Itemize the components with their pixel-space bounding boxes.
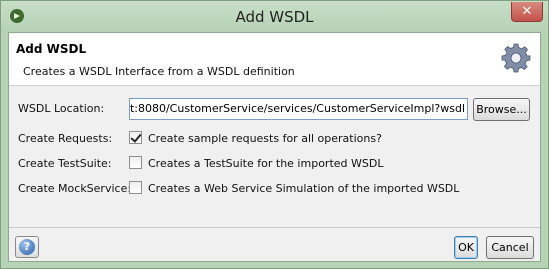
create-mockservice-label: Create MockService:	[18, 182, 132, 195]
create-testsuite-checkbox[interactable]	[129, 156, 142, 169]
create-mockservice-checkbox[interactable]	[129, 181, 142, 194]
close-button[interactable]: ✕	[511, 2, 543, 22]
create-requests-text: Create sample requests for all operation…	[148, 132, 382, 145]
wsdl-location-value: ost:8080/CustomerService/services/Custom…	[129, 102, 465, 115]
wsdl-location-input[interactable]: ost:8080/CustomerService/services/Custom…	[129, 98, 468, 120]
cancel-button[interactable]: Cancel	[486, 236, 534, 259]
header-title: Add WSDL	[16, 42, 87, 56]
footer-separator	[9, 227, 540, 228]
add-wsdl-dialog: Add WSDL ✕ Add WSDL Creates a WSDL Inter…	[0, 0, 549, 269]
create-mockservice-text: Creates a Web Service Simulation of the …	[148, 182, 460, 195]
help-button[interactable]: ?	[15, 236, 39, 258]
create-testsuite-label: Create TestSuite:	[18, 157, 112, 170]
dialog-header: Add WSDL Creates a WSDL Interface from a…	[9, 33, 540, 86]
window-title: Add WSDL	[235, 8, 314, 26]
title-bar[interactable]: Add WSDL ✕	[1, 1, 548, 32]
browse-button[interactable]: Browse...	[473, 98, 530, 121]
create-requests-checkbox[interactable]	[129, 131, 142, 144]
ok-button[interactable]: OK	[454, 236, 478, 259]
create-testsuite-text: Creates a TestSuite for the imported WSD…	[148, 157, 384, 170]
header-description: Creates a WSDL Interface from a WSDL def…	[23, 65, 295, 78]
wsdl-location-label: WSDL Location:	[18, 102, 105, 115]
dialog-body: Add WSDL Creates a WSDL Interface from a…	[8, 32, 541, 262]
gear-icon	[501, 43, 531, 73]
create-requests-label: Create Requests:	[18, 132, 113, 145]
help-icon: ?	[19, 239, 35, 255]
